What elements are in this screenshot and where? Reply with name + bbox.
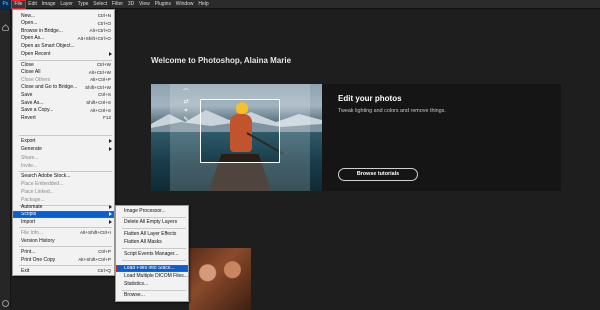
crop-icon: ⌗ (184, 108, 188, 114)
menu-layer[interactable]: Layer (58, 0, 75, 9)
menu-item-new[interactable]: New... Ctrl+N (13, 12, 114, 19)
menu-separator (19, 135, 112, 136)
home-icon[interactable] (2, 24, 9, 31)
swap-icon: ⇄ (183, 99, 189, 105)
photoshop-window: { "app": { "logo": "Ps" }, "menubar": ["… (0, 0, 600, 310)
menu-file[interactable]: File (11, 0, 26, 9)
left-toolbar (0, 10, 11, 310)
submenu-item-flatten-all-masks[interactable]: Flatten All Masks (116, 239, 188, 246)
account-icon[interactable] (2, 300, 9, 307)
menu-item-generate[interactable]: Generate (13, 146, 114, 153)
submenu-arrow-icon (109, 212, 112, 216)
menu-item-exit[interactable]: Exit Ctrl+Q (13, 267, 114, 274)
menu-help[interactable]: Help (196, 0, 211, 9)
thumbnail-image (189, 248, 251, 310)
menu-item-save-as[interactable]: Save As... Shift+Ctrl+S (13, 99, 114, 106)
menu-separator (19, 170, 112, 172)
menu-item-share: Share... (21, 154, 39, 161)
menu-item-close[interactable]: Close Ctrl+W (13, 61, 114, 68)
menu-item-export[interactable]: Export (13, 137, 114, 144)
menu-item-close-and-go-to-bridge[interactable]: Close and Go to Bridge... Shift+Ctrl+W (13, 84, 114, 91)
browse-tutorials-button[interactable]: Browse tutorials (338, 168, 418, 181)
menu-view[interactable]: View (137, 0, 153, 9)
menu-separator (122, 289, 186, 291)
submenu-item-script-events-manager[interactable]: Script Events Manager... (116, 251, 188, 258)
menu-separator (19, 264, 112, 266)
menu-separator (19, 245, 112, 247)
menu-item-automate[interactable]: Automate (13, 203, 114, 210)
menu-item-version-history[interactable]: Version History (13, 237, 114, 244)
menu-plugins[interactable]: Plugins (152, 0, 173, 9)
menu-item-print-one-copy[interactable]: Print One Copy Alt+Shift+Ctrl+P (13, 256, 114, 263)
menu-image[interactable]: Image (39, 0, 58, 9)
menu-item-scripts[interactable]: Scripts (13, 210, 114, 218)
menu-item-invite: Invite... (21, 162, 38, 169)
submenu-item-statistics[interactable]: Statistics... (116, 281, 188, 288)
menu-item-close-others: Close Others Alt+Ctrl+P (21, 76, 111, 83)
menu-separator (122, 248, 186, 249)
menu-item-file-info: File Info... Alt+Shift+Ctrl+I (21, 229, 111, 236)
menu-select[interactable]: Select (91, 0, 110, 9)
card-description: Tweak lighting and colors and remove thi… (338, 108, 446, 114)
scripts-submenu: Image Processor... Delete All Empty Laye… (115, 205, 189, 302)
menu-item-place-linked: Place Linked... (21, 189, 54, 195)
menu-item-import[interactable]: Import (13, 219, 114, 226)
menu-item-open-as-smart-object[interactable]: Open as Smart Object... (13, 42, 114, 49)
menu-item-open-as[interactable]: Open As... Alt+Shift+Ctrl+O (13, 35, 114, 42)
submenu-item-load-files-into-stack[interactable]: Load Files into Stack... (116, 264, 188, 272)
brush-icon: ✎ (183, 117, 189, 123)
menu-item-print[interactable]: Print... Ctrl+P (13, 248, 114, 255)
menu-filter[interactable]: Filter (110, 0, 126, 9)
submenu-arrow-icon (109, 51, 112, 56)
menu-window[interactable]: Window (173, 0, 196, 9)
submenu-item-flatten-all-layer-effects[interactable]: Flatten All Layer Effects (116, 231, 188, 238)
card-title: Edit your photos (338, 94, 402, 103)
file-menu: New... Ctrl+N Open... Ctrl+O Browse in Bri… (12, 9, 115, 276)
lasso-icon: ⌒ (183, 90, 190, 96)
menu-separator (19, 227, 112, 228)
welcome-heading: Welcome to Photoshop, Alaina Marie (151, 56, 292, 65)
submenu-arrow-icon (109, 147, 112, 151)
menu-item-open-recent[interactable]: Open Recent (13, 50, 114, 57)
submenu-item-load-multiple-dicom-files[interactable]: Load Multiple DICOM Files... (116, 273, 188, 280)
menu-edit[interactable]: Edit (26, 0, 39, 9)
menu-item-revert[interactable]: Revert F12 (13, 114, 114, 121)
menu-separator (122, 260, 186, 261)
submenu-arrow-icon (109, 204, 112, 209)
submenu-arrow-icon (109, 138, 112, 143)
menu-item-place-embedded: Place Embedded... (21, 181, 64, 187)
hero-card: ⌒ ⇄ ⌗ ✎ Edit your photos Tweak lighting … (151, 84, 561, 191)
menu-3d[interactable]: 3D (125, 0, 136, 9)
hero-image: ⌒ ⇄ ⌗ ✎ (151, 84, 322, 191)
submenu-item-delete-all-empty-layers[interactable]: Delete All Empty Layers (116, 219, 188, 226)
menu-bar: Ps File Edit Image Layer Type Select Fil… (0, 0, 600, 9)
menu-item-close-all[interactable]: Close All Alt+Ctrl+W (13, 69, 114, 76)
selection-rectangle (200, 99, 280, 163)
menu-item-save[interactable]: Save Ctrl+S (13, 91, 114, 98)
submenu-item-image-processor[interactable]: Image Processor... (116, 208, 188, 215)
menu-separator (122, 228, 186, 229)
menu-item-open[interactable]: Open... Ctrl+O (13, 20, 114, 27)
menu-item-search-adobe-stock[interactable]: Search Adobe Stock... (13, 173, 114, 180)
menu-item-browse-in-bridge[interactable]: Browse in Bridge... Alt+Ctrl+O (13, 27, 114, 34)
menu-separator (122, 217, 186, 218)
recent-file-thumbnail[interactable] (189, 248, 251, 310)
demo-tool-strip: ⌒ ⇄ ⌗ ✎ (182, 90, 190, 134)
submenu-item-browse[interactable]: Browse... (116, 292, 188, 299)
menu-item-save-a-copy[interactable]: Save a Copy... Alt+Ctrl+S (13, 107, 114, 114)
menu-type[interactable]: Type (75, 0, 91, 9)
photoshop-logo[interactable]: Ps (0, 0, 11, 9)
submenu-arrow-icon (109, 220, 112, 224)
